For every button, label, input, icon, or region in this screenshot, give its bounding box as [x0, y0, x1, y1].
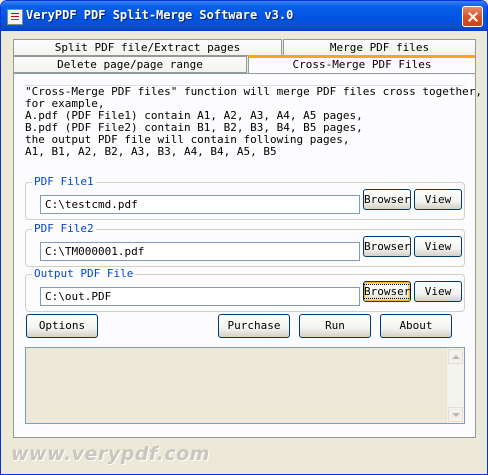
- pdf-file2-input[interactable]: C:\TM000001.pdf: [40, 242, 360, 261]
- pdf-file1-view-button[interactable]: View: [414, 189, 462, 210]
- pdf-file2-view-button[interactable]: View: [414, 236, 462, 257]
- scroll-down-icon[interactable]: [448, 407, 463, 422]
- app-icon: [7, 9, 23, 25]
- main-window: VeryPDF PDF Split-Merge Software v3.0 Sp…: [0, 0, 488, 475]
- website-footer: www.verypdf.com: [11, 443, 210, 465]
- purchase-button[interactable]: Purchase: [218, 314, 290, 338]
- pdf-file1-label: PDF File1: [32, 175, 96, 189]
- description-text: "Cross-Merge PDF files" function will me…: [25, 85, 482, 162]
- pdf-file1-input[interactable]: C:\testcmd.pdf: [40, 195, 360, 214]
- tab-merge[interactable]: Merge PDF files: [283, 39, 476, 56]
- run-button[interactable]: Run: [299, 314, 371, 338]
- pdf-file2-browse-button[interactable]: Browser: [363, 236, 411, 257]
- tab-split-extract[interactable]: Split PDF file/Extract pages: [13, 39, 282, 56]
- pdf-file2-label: PDF File2: [32, 222, 96, 236]
- options-button[interactable]: Options: [26, 314, 98, 338]
- output-file-browse-button[interactable]: Browser: [362, 281, 412, 302]
- output-file-browse-label: Browser: [362, 284, 412, 299]
- description-line: A1, B1, A2, B2, A3, B3, A4, B4, A5, B5: [25, 145, 277, 158]
- title-bar[interactable]: VeryPDF PDF Split-Merge Software v3.0: [1, 1, 487, 31]
- log-scrollbar[interactable]: [446, 348, 464, 423]
- tab-delete-pages[interactable]: Delete page/page range: [13, 56, 247, 73]
- output-file-view-button[interactable]: View: [414, 281, 462, 302]
- log-output[interactable]: [25, 347, 465, 424]
- about-button[interactable]: About: [380, 314, 452, 338]
- output-file-input[interactable]: C:\out.PDF: [40, 287, 360, 306]
- scroll-up-icon[interactable]: [448, 349, 463, 364]
- close-button[interactable]: [462, 6, 483, 27]
- window-title: VeryPDF PDF Split-Merge Software v3.0: [26, 8, 294, 22]
- output-file-label: Output PDF File: [32, 267, 136, 281]
- tab-cross-merge[interactable]: Cross-Merge PDF Files: [248, 55, 476, 73]
- pdf-file1-browse-button[interactable]: Browser: [363, 189, 411, 210]
